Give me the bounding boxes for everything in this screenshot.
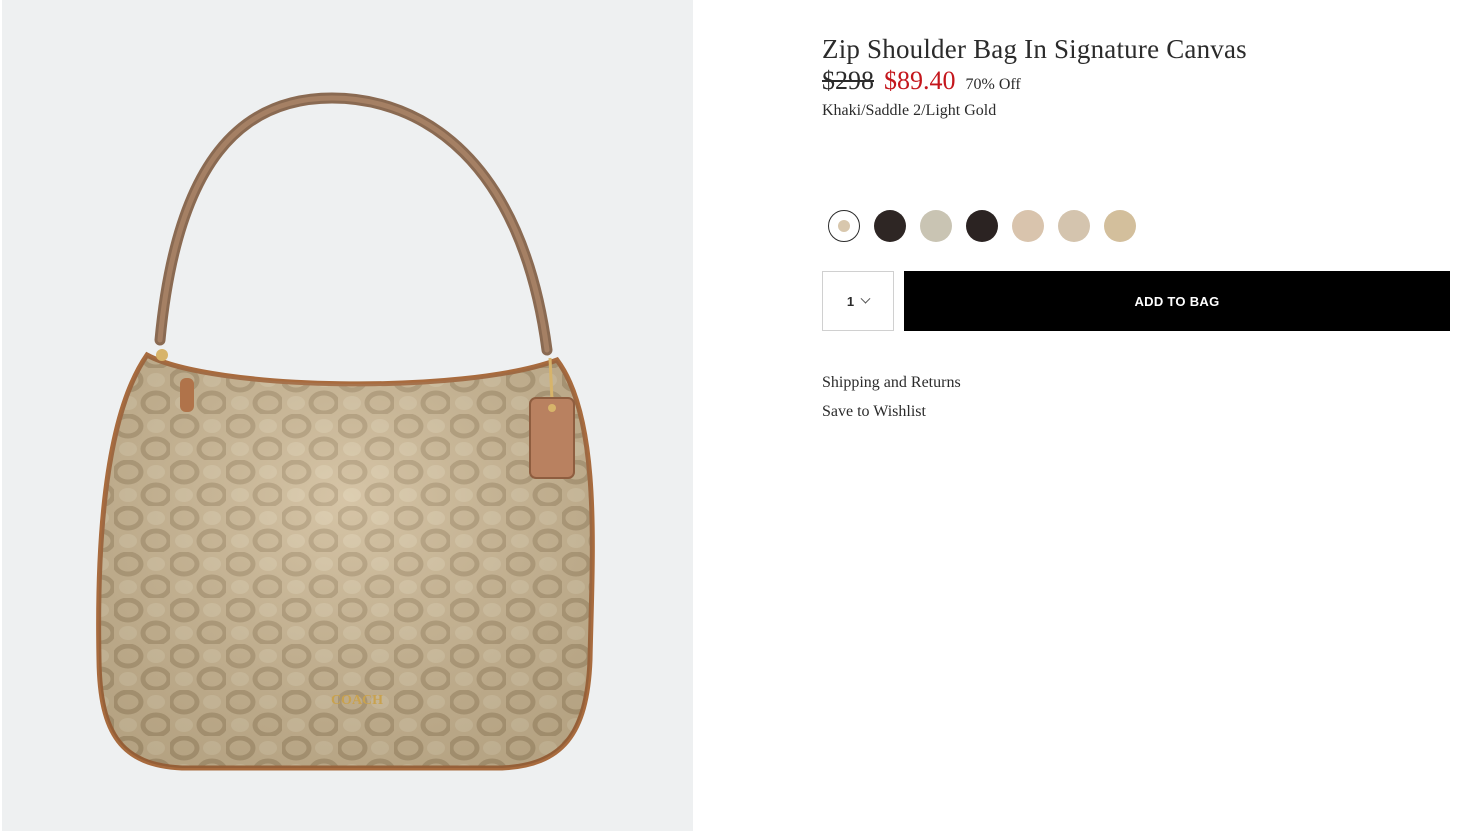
product-image[interactable]: COACH [2,0,693,831]
quantity-select[interactable]: 1 [822,271,894,331]
swatch-selected-dot [838,220,850,232]
discount-badge: 70% Off [965,76,1021,93]
cart-row: 1 ADD TO BAG [822,271,1451,331]
product-title: Zip Shoulder Bag In Signature Canvas [822,34,1247,64]
product-details: Zip Shoulder Bag In Signature Canvas $29… [822,30,1452,420]
color-swatches [828,210,1136,242]
original-price: $298 [822,66,874,95]
color-swatch[interactable] [1058,210,1090,242]
add-to-bag-button[interactable]: ADD TO BAG [904,271,1450,331]
svg-text:COACH: COACH [331,693,383,708]
color-swatch[interactable] [1012,210,1044,242]
color-swatch[interactable] [874,210,906,242]
selected-color-name: Khaki/Saddle 2/Light Gold [822,102,997,119]
price-row: $298 $89.40 70% Off [822,66,1452,100]
sale-price: $89.40 [884,66,956,95]
color-swatch[interactable] [920,210,952,242]
shipping-returns-link[interactable]: Shipping and Returns [822,374,961,392]
save-to-wishlist-link[interactable]: Save to Wishlist [822,403,961,421]
color-swatch[interactable] [966,210,998,242]
handbag-image: COACH [96,92,595,771]
product-page: COACH Zip Shoulder Bag In Signature Canv… [0,0,1457,831]
color-swatch[interactable] [1104,210,1136,242]
chevron-down-icon [860,293,871,304]
product-links: Shipping and Returns Save to Wishlist [822,374,961,432]
quantity-value: 1 [846,293,855,309]
color-swatch[interactable] [828,210,860,242]
